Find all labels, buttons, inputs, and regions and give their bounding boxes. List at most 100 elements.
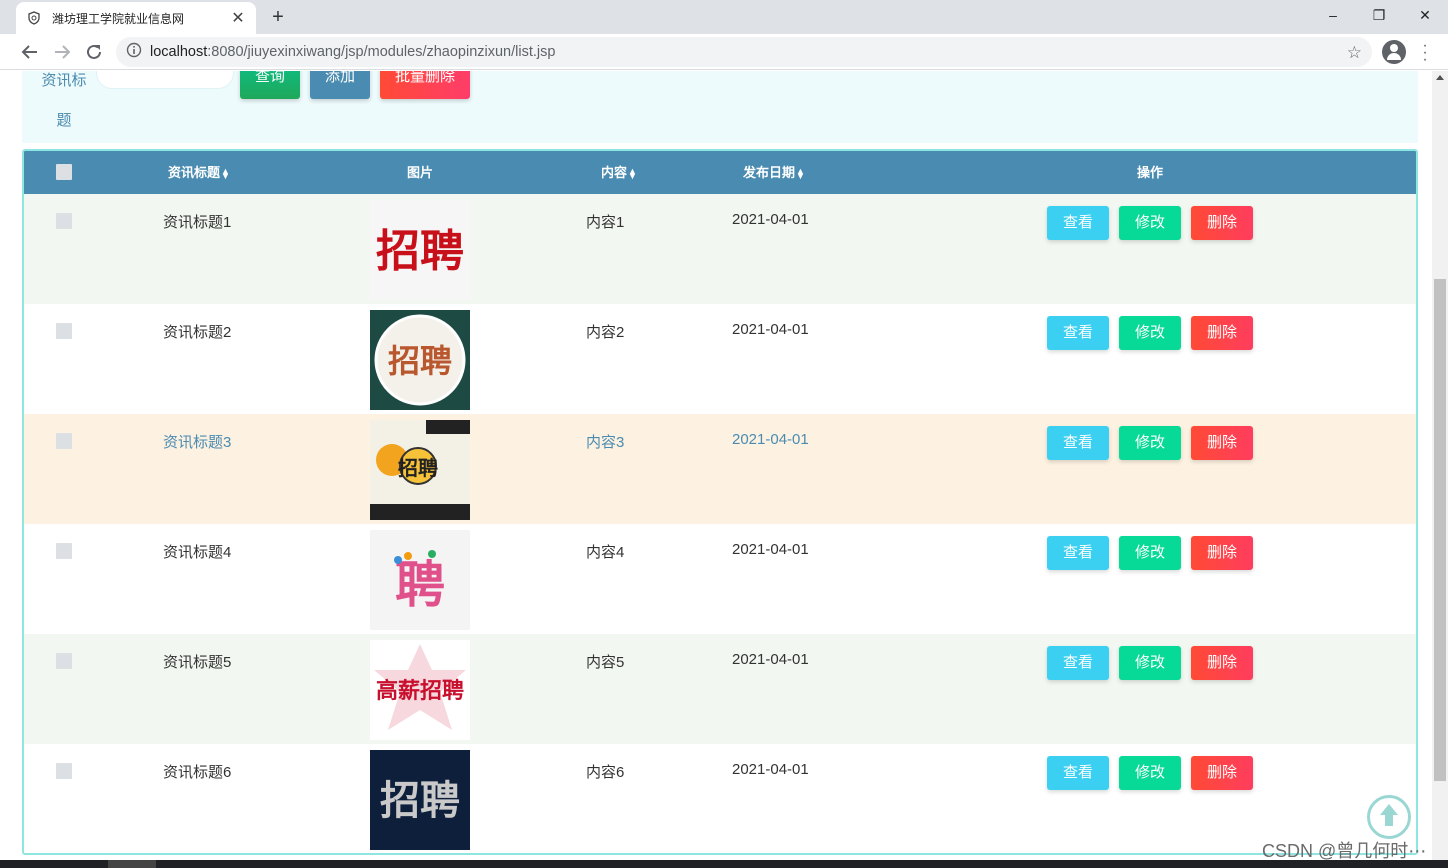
row-title: 资讯标题3 xyxy=(163,434,232,451)
window-close-button[interactable]: ✕ xyxy=(1402,0,1448,30)
row-image-text: 招聘 xyxy=(376,226,464,277)
delete-button[interactable]: 删除 xyxy=(1191,756,1253,790)
sort-icon: ▲ ▼ xyxy=(796,165,805,181)
sort-icon: ▲ ▼ xyxy=(221,165,230,181)
table-header: 资讯标题▲ ▼ 图片 内容▲ ▼ 发布日期▲ ▼ 操作 xyxy=(24,151,1416,194)
edit-button[interactable]: 修改 xyxy=(1119,426,1181,460)
search-input[interactable] xyxy=(96,71,234,89)
edit-button[interactable]: 修改 xyxy=(1119,646,1181,680)
new-tab-button[interactable]: + xyxy=(266,6,290,28)
edit-button[interactable]: 修改 xyxy=(1119,756,1181,790)
edit-button[interactable]: 修改 xyxy=(1119,316,1181,350)
batch-delete-button[interactable]: 批量删除 xyxy=(380,71,470,99)
add-button[interactable]: 添加 xyxy=(310,71,370,99)
tab-close-icon[interactable]: ✕ xyxy=(230,8,246,28)
row-image-text: 招聘 xyxy=(380,777,460,824)
taskbar-strip xyxy=(0,860,1448,868)
table-row: 资讯标题1 招聘 内容1 2021-04-01 查看 修改 删除 xyxy=(24,194,1416,304)
browser-tab-strip: 潍坊理工学院就业信息网 ✕ + – ❐ ✕ xyxy=(0,0,1448,34)
row-title: 资讯标题1 xyxy=(163,214,232,231)
row-content: 内容4 xyxy=(586,544,625,561)
row-image-text: 招聘 xyxy=(398,456,438,480)
row-date: 2021-04-01 xyxy=(732,321,809,338)
row-checkbox[interactable] xyxy=(56,433,72,449)
view-button[interactable]: 查看 xyxy=(1047,646,1109,680)
table-row: 资讯标题2 招聘 内容2 2021-04-01 查看 修改 删除 xyxy=(24,304,1416,414)
view-button[interactable]: 查看 xyxy=(1047,426,1109,460)
sort-icon: ▲ ▼ xyxy=(628,165,637,181)
table-row: 资讯标题4 聘 内容4 2021-04-01 查看 修改 删除 xyxy=(24,524,1416,634)
reload-icon[interactable] xyxy=(82,40,106,64)
delete-button[interactable]: 删除 xyxy=(1191,536,1253,570)
view-button[interactable]: 查看 xyxy=(1047,206,1109,240)
header-title[interactable]: 资讯标题▲ ▼ xyxy=(134,151,264,194)
table-row: 资讯标题5 高薪招聘 内容5 2021-04-01 查看 修改 删除 xyxy=(24,634,1416,744)
row-title: 资讯标题4 xyxy=(163,544,232,561)
row-checkbox[interactable] xyxy=(56,653,72,669)
site-shield-icon xyxy=(26,10,42,26)
row-date: 2021-04-01 xyxy=(732,431,809,448)
delete-button[interactable]: 删除 xyxy=(1191,646,1253,680)
row-checkbox[interactable] xyxy=(56,213,72,229)
select-all-checkbox[interactable] xyxy=(56,164,72,180)
browser-menu-icon[interactable]: · · · xyxy=(1420,38,1430,68)
row-title: 资讯标题2 xyxy=(163,324,232,341)
row-image: 招聘 xyxy=(370,750,470,850)
row-content: 内容1 xyxy=(586,214,625,231)
row-title: 资讯标题6 xyxy=(163,764,232,781)
row-image-text: 聘 xyxy=(395,556,445,614)
browser-tab[interactable]: 潍坊理工学院就业信息网 ✕ xyxy=(16,2,256,34)
url-text: localhost:8080/jiuyexinxiwang/jsp/module… xyxy=(150,44,556,60)
row-date: 2021-04-01 xyxy=(732,761,809,778)
restore-button[interactable]: ❐ xyxy=(1356,0,1402,30)
forward-arrow-icon[interactable] xyxy=(50,40,74,64)
profile-avatar-icon[interactable] xyxy=(1382,40,1406,64)
query-button[interactable]: 查询 xyxy=(240,71,300,99)
row-checkbox[interactable] xyxy=(56,323,72,339)
row-image: 招聘 xyxy=(370,310,470,410)
header-content[interactable]: 内容▲ ▼ xyxy=(564,151,674,194)
row-checkbox[interactable] xyxy=(56,543,72,559)
search-panel: 资讯标 题 查询 添加 批量删除 xyxy=(22,71,1418,143)
back-to-top-icon[interactable] xyxy=(1367,795,1411,839)
back-arrow-icon[interactable] xyxy=(18,40,42,64)
header-actions: 操作 xyxy=(1136,165,1163,180)
row-content: 内容6 xyxy=(586,764,625,781)
row-image: 招聘 xyxy=(370,420,470,520)
news-table: 资讯标题▲ ▼ 图片 内容▲ ▼ 发布日期▲ ▼ 操作 资讯标题1 招聘 内容1 20… xyxy=(22,149,1418,855)
address-bar[interactable]: localhost:8080/jiuyexinxiwang/jsp/module… xyxy=(116,37,1372,67)
row-date: 2021-04-01 xyxy=(732,211,809,228)
row-date: 2021-04-01 xyxy=(732,651,809,668)
view-button[interactable]: 查看 xyxy=(1047,756,1109,790)
row-content: 内容5 xyxy=(586,654,625,671)
table-row: 资讯标题3 招聘 内容3 2021-04-01 查看 修改 删除 xyxy=(24,414,1416,524)
minimize-button[interactable]: – xyxy=(1310,0,1356,30)
row-image: 高薪招聘 xyxy=(370,640,470,740)
edit-button[interactable]: 修改 xyxy=(1119,536,1181,570)
scroll-up-arrow-icon[interactable] xyxy=(1436,75,1444,80)
view-button[interactable]: 查看 xyxy=(1047,316,1109,350)
table-row: 资讯标题6 招聘 内容6 2021-04-01 查看 修改 删除 xyxy=(24,744,1416,853)
bookmark-star-icon[interactable]: ☆ xyxy=(1347,43,1362,63)
header-date[interactable]: 发布日期▲ ▼ xyxy=(714,151,834,194)
scrollbar-thumb[interactable] xyxy=(1434,279,1446,781)
row-date: 2021-04-01 xyxy=(732,541,809,558)
row-content: 内容2 xyxy=(586,324,625,341)
page-viewport: 资讯标 题 查询 添加 批量删除 资讯标题▲ ▼ 图片 内容▲ ▼ 发布日期▲ ▼ 操… xyxy=(0,71,1432,860)
info-icon[interactable] xyxy=(126,42,142,63)
search-label: 资讯标 题 xyxy=(41,72,87,129)
watermark: CSDN @曾几何时⋯ xyxy=(1262,841,1427,860)
delete-button[interactable]: 删除 xyxy=(1191,206,1253,240)
header-image: 图片 xyxy=(406,165,433,180)
edit-button[interactable]: 修改 xyxy=(1119,206,1181,240)
browser-toolbar: localhost:8080/jiuyexinxiwang/jsp/module… xyxy=(0,34,1448,70)
row-image-text: 高薪招聘 xyxy=(376,678,464,704)
tab-title: 潍坊理工学院就业信息网 xyxy=(52,11,185,26)
row-content: 内容3 xyxy=(586,434,625,451)
view-button[interactable]: 查看 xyxy=(1047,536,1109,570)
row-title: 资讯标题5 xyxy=(163,654,232,671)
row-checkbox[interactable] xyxy=(56,763,72,779)
page-scrollbar[interactable] xyxy=(1432,71,1448,860)
delete-button[interactable]: 删除 xyxy=(1191,316,1253,350)
delete-button[interactable]: 删除 xyxy=(1191,426,1253,460)
